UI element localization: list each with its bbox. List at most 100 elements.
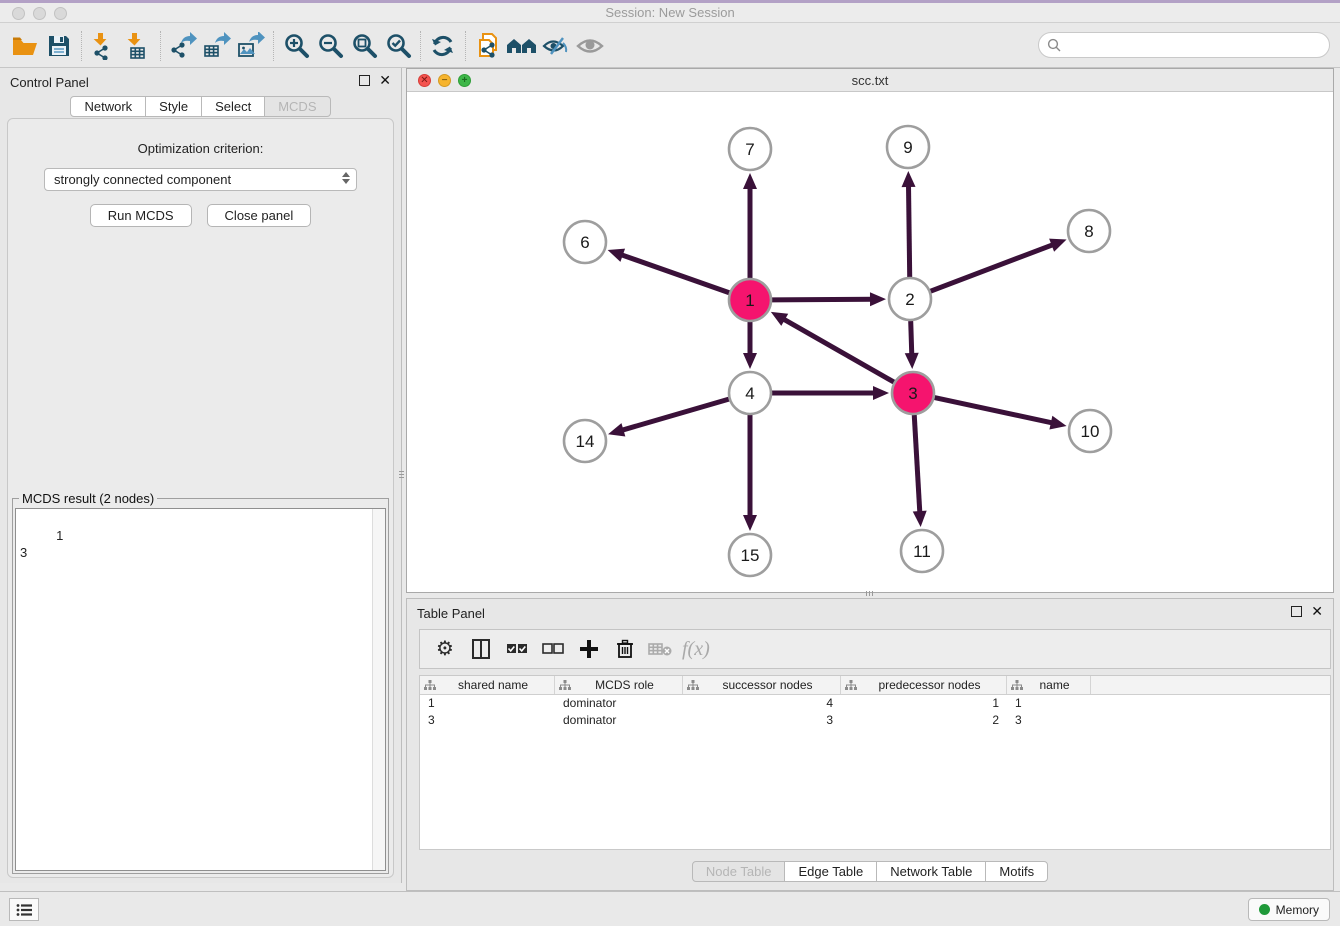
control-panel-float-icon[interactable] — [359, 75, 370, 86]
hide-selected-icon[interactable] — [539, 30, 573, 62]
network-view-window: ✕ − + scc.txt 7 9 6 8 1 2 4 3 14 10 15 11 — [406, 68, 1334, 593]
mcds-result-values: 1 3 — [20, 528, 63, 560]
graph-node-9[interactable]: 9 — [887, 126, 929, 168]
graph-node-14[interactable]: 14 — [564, 420, 606, 462]
refresh-view-icon[interactable] — [426, 30, 460, 62]
graph-node-1[interactable]: 1 — [729, 279, 771, 321]
table-panel-close-icon[interactable]: ✕ — [1311, 606, 1323, 617]
table-panel-float-icon[interactable] — [1291, 606, 1302, 617]
open-file-icon[interactable] — [8, 30, 42, 62]
copy-network-icon[interactable] — [471, 30, 505, 62]
export-image-icon[interactable] — [234, 30, 268, 62]
zoom-out-icon[interactable] — [313, 30, 347, 62]
criterion-select[interactable]: strongly connected component — [44, 168, 357, 191]
graph-node-11[interactable]: 11 — [901, 530, 943, 572]
show-hidden-icon[interactable] — [573, 30, 607, 62]
graph-edge-3-1[interactable] — [771, 312, 894, 382]
zoom-selected-icon[interactable] — [381, 30, 415, 62]
export-network-icon[interactable] — [166, 30, 200, 62]
mcds-result-list[interactable]: 1 3 — [15, 508, 386, 871]
table-cell[interactable]: 3 — [1007, 712, 1091, 729]
tab-network[interactable]: Network — [70, 96, 146, 117]
tab-network-table[interactable]: Network Table — [876, 861, 986, 882]
column-header-successor-nodes[interactable]: successor nodes — [683, 676, 841, 694]
zoom-fit-icon[interactable] — [347, 30, 381, 62]
table-settings-icon[interactable]: ⚙ — [430, 634, 460, 664]
control-panel-close-icon[interactable]: ✕ — [379, 75, 391, 86]
export-table-icon[interactable] — [200, 30, 234, 62]
column-header-name[interactable]: name — [1007, 676, 1091, 694]
search-input[interactable] — [1066, 37, 1321, 54]
select-all-icon[interactable] — [502, 634, 532, 664]
graph-edge-2-3[interactable] — [905, 321, 919, 369]
table-panel-title: Table Panel — [417, 606, 485, 621]
svg-text:11: 11 — [913, 542, 931, 561]
svg-text:⚙: ⚙ — [436, 638, 454, 660]
import-network-icon[interactable] — [87, 30, 121, 62]
run-mcds-button[interactable]: Run MCDS — [90, 204, 192, 227]
table-cell[interactable]: 1 — [1007, 695, 1091, 712]
add-row-icon[interactable] — [574, 634, 604, 664]
graph-edge-1-4[interactable] — [743, 322, 757, 369]
graph-edge-3-10[interactable] — [935, 398, 1067, 430]
graph-edge-1-6[interactable] — [608, 249, 730, 293]
svg-text:14: 14 — [576, 432, 595, 451]
column-header-predecessor-nodes[interactable]: predecessor nodes — [841, 676, 1007, 694]
tab-mcds[interactable]: MCDS — [264, 96, 330, 117]
save-session-icon[interactable] — [42, 30, 76, 62]
graph-edge-4-14[interactable] — [608, 399, 729, 436]
graph-node-4[interactable]: 4 — [729, 372, 771, 414]
delete-rows-icon[interactable] — [610, 634, 640, 664]
table-row[interactable]: 1dominator411 — [420, 695, 1330, 712]
graph-node-2[interactable]: 2 — [889, 278, 931, 320]
mcds-panel: Optimization criterion: strongly connect… — [7, 118, 394, 878]
table-header-row: shared nameMCDS rolesuccessor nodesprede… — [420, 676, 1330, 695]
function-builder-icon[interactable]: f(x) — [682, 638, 710, 661]
tab-select[interactable]: Select — [201, 96, 265, 117]
close-panel-button[interactable]: Close panel — [207, 204, 312, 227]
graph-node-6[interactable]: 6 — [564, 221, 606, 263]
delete-columns-icon[interactable] — [646, 634, 676, 664]
table-panel: Table Panel ✕ ⚙ f(x) shared nameMCDS rol… — [406, 598, 1334, 891]
graph-edge-1-2[interactable] — [772, 292, 886, 306]
table-cell[interactable]: 2 — [841, 712, 1007, 729]
table-cell[interactable]: 3 — [420, 712, 555, 729]
graph-edge-2-8[interactable] — [931, 239, 1067, 292]
graph-edge-4-3[interactable] — [772, 386, 889, 400]
graph-node-15[interactable]: 15 — [729, 534, 771, 576]
mcds-result-title: MCDS result (2 nodes) — [19, 491, 157, 506]
tab-motifs[interactable]: Motifs — [985, 861, 1048, 882]
home-view-icon[interactable] — [505, 30, 539, 62]
table-cell[interactable]: dominator — [555, 695, 683, 712]
zoom-in-icon[interactable] — [279, 30, 313, 62]
table-cell[interactable]: 3 — [683, 712, 841, 729]
column-header-shared-name[interactable]: shared name — [420, 676, 555, 694]
import-table-icon[interactable] — [121, 30, 155, 62]
graph-edge-1-7[interactable] — [743, 173, 757, 278]
graph-edge-3-11[interactable] — [913, 415, 927, 527]
memory-button[interactable]: Memory — [1248, 898, 1330, 921]
graph-node-10[interactable]: 10 — [1069, 410, 1111, 452]
unselect-all-icon[interactable] — [538, 634, 568, 664]
svg-text:1: 1 — [745, 291, 754, 310]
table-row[interactable]: 3dominator323 — [420, 712, 1330, 729]
tab-style[interactable]: Style — [145, 96, 202, 117]
horizontal-splitter-handle[interactable] — [858, 591, 880, 596]
graph-edge-4-15[interactable] — [743, 415, 757, 531]
table-cell[interactable]: 1 — [841, 695, 1007, 712]
column-header-MCDS-role[interactable]: MCDS role — [555, 676, 683, 694]
result-scrollbar[interactable] — [372, 509, 385, 870]
graph-node-7[interactable]: 7 — [729, 128, 771, 170]
graph-node-8[interactable]: 8 — [1068, 210, 1110, 252]
tab-edge-table[interactable]: Edge Table — [784, 861, 877, 882]
tab-node-table[interactable]: Node Table — [692, 861, 786, 882]
task-history-button[interactable] — [9, 898, 39, 921]
graph-node-3[interactable]: 3 — [892, 372, 934, 414]
table-cell[interactable]: 4 — [683, 695, 841, 712]
show-columns-icon[interactable] — [466, 634, 496, 664]
graph-edge-2-9[interactable] — [902, 171, 916, 277]
table-cell[interactable]: 1 — [420, 695, 555, 712]
network-window-titlebar: ✕ − + scc.txt — [407, 69, 1333, 92]
table-cell[interactable]: dominator — [555, 712, 683, 729]
vertical-splitter-handle[interactable] — [399, 463, 404, 485]
